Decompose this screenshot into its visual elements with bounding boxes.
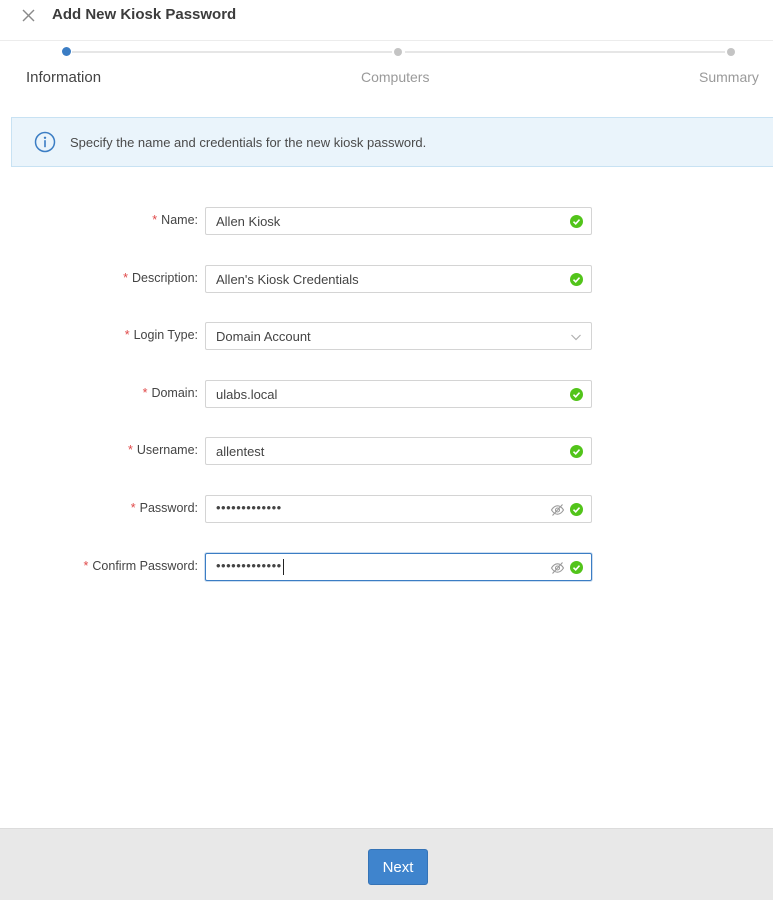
required-marker: * [142,386,148,400]
next-button[interactable]: Next [368,849,428,885]
description-value: Allen's Kiosk Credentials [216,272,359,287]
password-input[interactable]: ••••••••••••• [205,495,592,523]
login-type-select[interactable]: Domain Account [205,322,592,350]
step-label-summary[interactable]: Summary [699,69,759,85]
form-row-domain: * Domain: ulabs.local [0,380,773,408]
required-marker: * [83,559,89,573]
required-marker: * [127,443,133,457]
dialog-footer: Next [0,828,773,900]
username-label: * Username: [127,443,198,457]
check-circle-icon [570,503,583,516]
check-circle-icon [570,273,583,286]
text-cursor [282,558,284,575]
step-connector [405,51,725,53]
info-banner-text: Specify the name and credentials for the… [70,134,427,150]
name-label: * Name: [152,213,198,227]
domain-input[interactable]: ulabs.local [205,380,592,408]
check-circle-icon [570,215,583,228]
login-type-value: Domain Account [216,329,311,344]
check-circle-icon [570,445,583,458]
dialog-title: Add New Kiosk Password [52,6,237,23]
username-input[interactable]: allentest [205,437,592,465]
form-row-username: * Username: allentest [0,437,773,465]
required-marker: * [124,328,130,342]
close-button[interactable] [18,5,38,25]
info-banner: Specify the name and credentials for the… [11,117,773,167]
login-type-label: * Login Type: [124,328,198,342]
close-icon [22,9,34,21]
confirm-password-input[interactable]: ••••••••••••• [205,553,592,581]
description-input[interactable]: Allen's Kiosk Credentials [205,265,592,293]
domain-value: ulabs.local [216,387,278,402]
step-label-computers[interactable]: Computers [361,69,429,85]
form-row-description: * Description: Allen's Kiosk Credentials [0,265,773,293]
form-row-name: * Name: Allen Kiosk [0,207,773,235]
confirm-password-label: * Confirm Password: [83,559,198,573]
check-circle-icon [570,561,583,574]
name-input[interactable]: Allen Kiosk [205,207,592,235]
password-value: ••••••••••••• [216,500,282,515]
domain-label: * Domain: [142,386,198,400]
chevron-down-icon [571,334,581,341]
required-marker: * [123,271,128,285]
password-label: * Password: [130,501,198,515]
check-circle-icon [570,388,583,401]
confirm-password-value: ••••••••••••• [216,558,284,575]
step-indicator-summary [727,48,735,56]
form-row-confirm-password: * Confirm Password: ••••••••••••• [0,553,773,581]
form-row-password: * Password: ••••••••••••• [0,495,773,523]
step-indicator-computers [394,48,402,56]
name-value: Allen Kiosk [216,214,281,229]
step-label-information[interactable]: Information [26,69,101,86]
eye-off-icon[interactable] [550,503,565,517]
required-marker: * [130,501,136,515]
step-indicator-information [62,47,71,56]
form-row-login-type: * Login Type: Domain Account [0,322,773,350]
wizard-stepper: Information Computers Summary [0,41,773,101]
info-icon [34,131,56,153]
dialog-header: Add New Kiosk Password [0,0,773,41]
description-label: * Description: [123,271,198,285]
username-value: allentest [216,444,265,459]
required-marker: * [152,213,158,227]
eye-off-icon[interactable] [550,561,565,575]
step-connector [72,51,392,53]
